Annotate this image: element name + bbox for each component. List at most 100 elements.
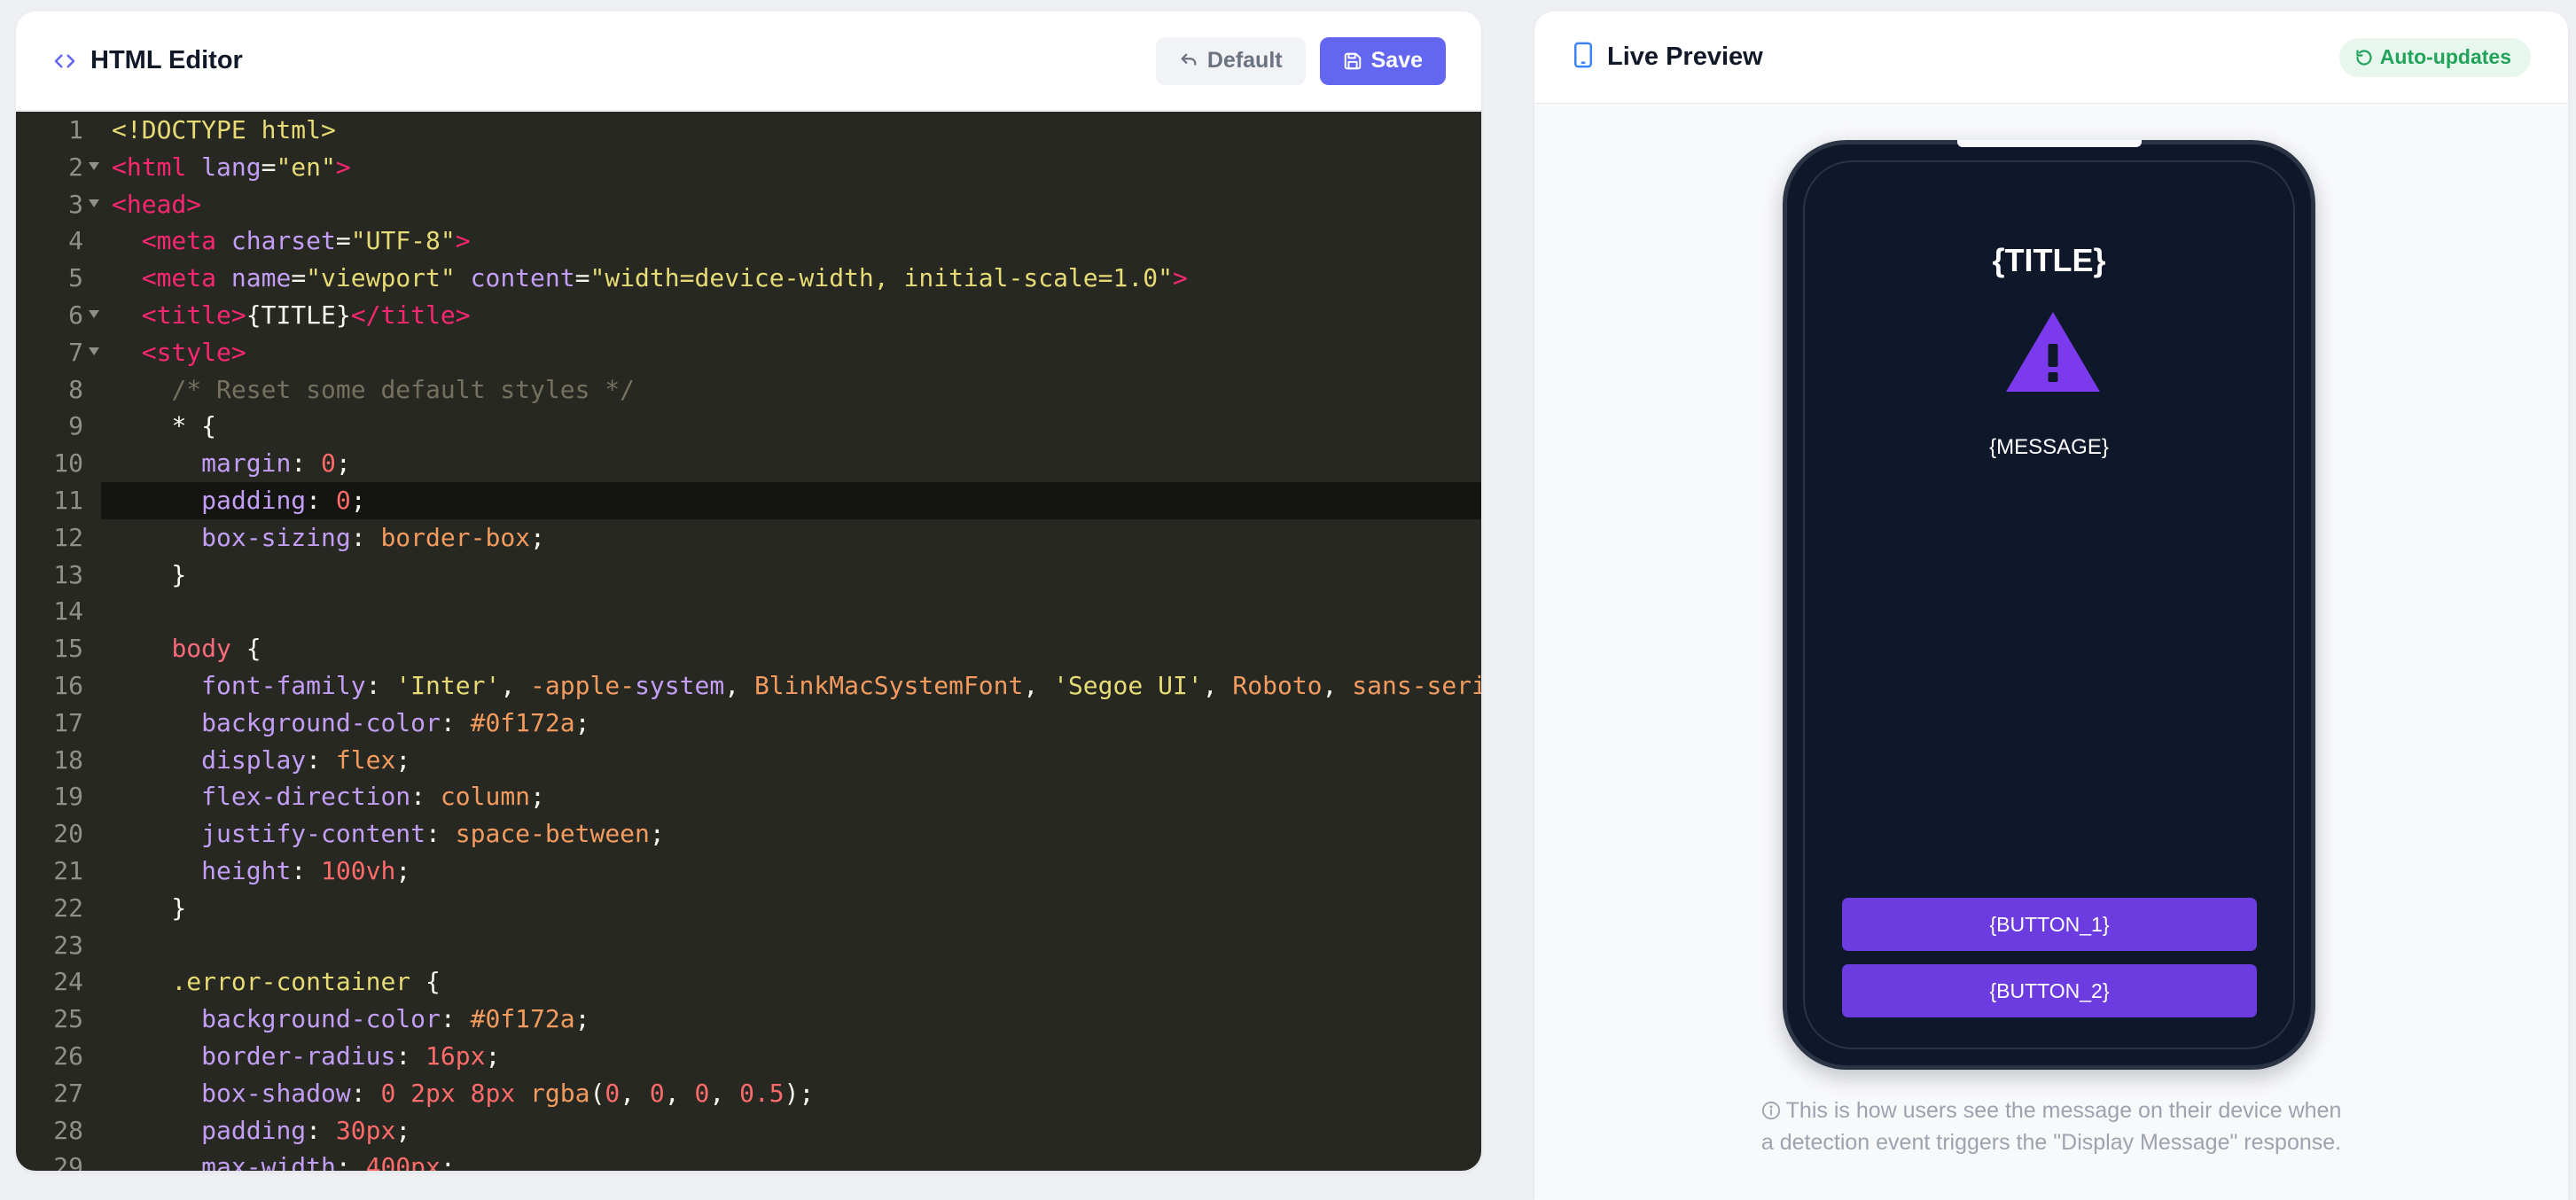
code-token: body — [171, 634, 231, 664]
line-number: 25 — [53, 1004, 83, 1034]
code-line[interactable]: 16 font-family: 'Inter', -apple-system, … — [16, 667, 1481, 705]
line-gutter: 17 — [16, 705, 101, 742]
code-token: = — [291, 263, 307, 293]
code-line[interactable]: 26 border-radius: 16px; — [16, 1038, 1481, 1075]
code-token: ; — [395, 855, 411, 885]
screen-button-1[interactable]: {BUTTON_1} — [1842, 898, 2257, 951]
line-gutter: 23 — [16, 927, 101, 964]
line-gutter: 2 — [16, 149, 101, 186]
code-line[interactable]: 15 body { — [16, 630, 1481, 667]
code-text: padding: 0; — [101, 481, 1481, 519]
default-button[interactable]: Default — [1155, 36, 1306, 85]
code-text: <html lang="en"> — [101, 149, 1481, 186]
code-line[interactable]: 23 — [16, 927, 1481, 964]
code-line[interactable]: 27 box-shadow: 0 2px 8px rgba(0, 0, 0, 0… — [16, 1075, 1481, 1112]
fold-arrow-icon[interactable] — [89, 347, 99, 355]
code-line[interactable]: 29 max-width: 400px; — [16, 1149, 1481, 1171]
code-line[interactable]: 24 .error-container { — [16, 963, 1481, 1001]
code-line[interactable]: 28 padding: 30px; — [16, 1112, 1481, 1149]
fold-arrow-icon[interactable] — [89, 309, 99, 318]
line-number: 22 — [53, 892, 83, 923]
code-line[interactable]: 4 <meta charset="UTF-8"> — [16, 222, 1481, 260]
line-number: 12 — [53, 522, 83, 552]
code-line[interactable]: 18 display: flex; — [16, 742, 1481, 779]
line-gutter: 27 — [16, 1075, 101, 1112]
line-gutter: 19 — [16, 778, 101, 815]
code-token: background-color — [201, 1004, 441, 1034]
code-token: flex — [335, 744, 396, 775]
line-gutter: 8 — [16, 371, 101, 409]
smartphone-icon — [1572, 42, 1595, 73]
code-line[interactable]: 22 } — [16, 890, 1481, 927]
code-line[interactable]: 14 — [16, 593, 1481, 630]
code-line[interactable]: 1 <!DOCTYPE html> — [16, 112, 1481, 149]
code-token: border-radius — [201, 1040, 396, 1071]
code-token: "width=device-width, initial-scale=1.0" — [589, 263, 1173, 293]
line-gutter: 22 — [16, 890, 101, 927]
default-button-label: Default — [1206, 48, 1283, 73]
code-token: rgba — [530, 1078, 590, 1108]
code-token: sans-serif — [1352, 670, 1481, 700]
code-line[interactable]: 8 /* Reset some default styles */ — [16, 371, 1481, 409]
code-token: ; — [440, 1152, 456, 1171]
screen-button-2[interactable]: {BUTTON_2} — [1842, 964, 2257, 1017]
code-token: = — [574, 263, 590, 293]
code-token: 400px — [365, 1152, 441, 1171]
code-line[interactable]: 10 margin: 0; — [16, 445, 1481, 482]
code-token: : — [395, 1040, 426, 1071]
code-token: lang — [201, 152, 262, 182]
line-gutter: 26 — [16, 1038, 101, 1075]
code-token: <title> — [141, 300, 246, 330]
line-number: 18 — [53, 744, 83, 775]
code-text: body { — [101, 630, 1481, 667]
code-line[interactable]: 19 flex-direction: column; — [16, 778, 1481, 815]
code-line[interactable]: 9 * { — [16, 408, 1481, 445]
code-token: , — [500, 670, 531, 700]
code-line[interactable]: 12 box-sizing: border-box; — [16, 519, 1481, 557]
fold-arrow-icon[interactable] — [89, 199, 99, 207]
line-number: 14 — [53, 596, 83, 627]
code-text: <meta charset="UTF-8"> — [101, 222, 1481, 260]
line-number: 8 — [68, 374, 83, 404]
code-token: : — [365, 670, 396, 700]
save-button[interactable]: Save — [1319, 36, 1446, 85]
code-token: space-between — [455, 819, 650, 849]
undo-icon — [1181, 53, 1197, 66]
info-icon — [1761, 1101, 1780, 1120]
code-line[interactable]: 6 <title>{TITLE}</title> — [16, 297, 1481, 334]
code-line[interactable]: 11 padding: 0; — [16, 481, 1481, 519]
code-token: border-box — [380, 522, 531, 552]
line-gutter: 20 — [16, 815, 101, 853]
code-line[interactable]: 21 height: 100vh; — [16, 853, 1481, 890]
code-token: } — [112, 559, 187, 589]
code-token: ; — [574, 1004, 590, 1034]
code-editor[interactable]: 1 <!DOCTYPE html> 2 <html lang="en"> 3 <head>… — [16, 112, 1481, 1171]
fold-arrow-icon[interactable] — [89, 161, 99, 170]
code-text: background-color: #0f172a; — [101, 705, 1481, 742]
code-line[interactable]: 5 <meta name="viewport" content="width=d… — [16, 260, 1481, 297]
preview-note: This is how users see the message on the… — [1756, 1095, 2346, 1158]
code-token: padding — [201, 1115, 307, 1145]
code-token: 100vh — [321, 855, 396, 885]
code-line[interactable]: 2 <html lang="en"> — [16, 149, 1481, 186]
code-token: <meta — [141, 226, 231, 256]
code-token: "viewport" — [306, 263, 456, 293]
code-line[interactable]: 20 justify-content: space-between; — [16, 815, 1481, 853]
code-line[interactable]: 7 <style> — [16, 334, 1481, 371]
code-line[interactable]: 3 <head> — [16, 186, 1481, 223]
line-gutter: 4 — [16, 222, 101, 260]
code-line[interactable]: 17 background-color: #0f172a; — [16, 705, 1481, 742]
code-token: ; — [530, 782, 545, 812]
code-token: {TITLE} — [246, 300, 351, 330]
code-text: padding: 30px; — [101, 1112, 1481, 1149]
code-line[interactable]: 25 background-color: #0f172a; — [16, 1001, 1481, 1038]
code-line[interactable]: 13 } — [16, 557, 1481, 594]
code-token: </title> — [350, 300, 471, 330]
line-gutter: 14 — [16, 593, 101, 630]
